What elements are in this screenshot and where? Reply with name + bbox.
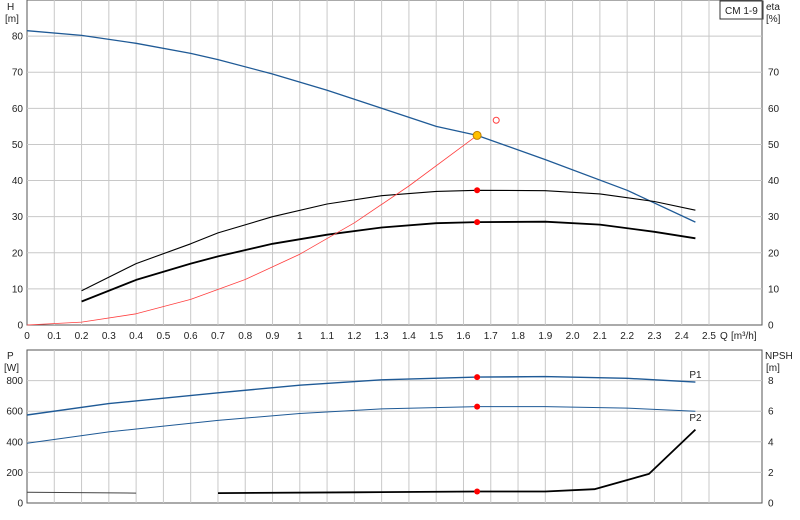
top-left-axis-unit: [m] (5, 14, 19, 25)
x-tick-label: 1.1 (320, 331, 334, 342)
left-tick-label: 30 (12, 212, 24, 223)
series-line-power (26, 406, 696, 444)
x-tick-label: 1.5 (429, 331, 443, 342)
left-tick-label: 800 (6, 376, 23, 387)
right-tick-label: 70 (768, 68, 780, 79)
power-npsh-panel: 0 200 400 600 800 0 2 4 6 8 P1 P2 (6, 349, 774, 510)
x-tick-label: 0.3 (102, 331, 116, 342)
top-left-axis-label: H (7, 2, 14, 13)
right-tick-label: 10 (768, 284, 780, 295)
left-tick-label: 60 (12, 104, 24, 115)
bottom-left-axis-unit: [W] (4, 363, 19, 374)
x-axis-label: Q (720, 331, 728, 342)
operating-point (474, 403, 481, 410)
x-tick-label: 1.6 (457, 331, 471, 342)
x-tick-label: 1.9 (538, 331, 552, 342)
left-tick-label: 80 (12, 32, 24, 43)
x-tick-label: 2.5 (702, 331, 716, 342)
x-tick-label: 2.2 (620, 331, 634, 342)
right-tick-label: 2 (768, 468, 774, 479)
bottom-left-axis-label: P (7, 351, 14, 362)
series-line-eta (81, 189, 696, 292)
series-label: P1 (689, 370, 702, 381)
bottom-right-axis-unit: [m] (766, 363, 780, 374)
x-tick-label: 1.8 (511, 331, 525, 342)
right-tick-label: 20 (768, 248, 780, 259)
x-axis-unit: [m³/h] (731, 331, 757, 342)
plot-frame (26, 0, 763, 326)
operating-point (474, 187, 481, 194)
x-tick-label: 0 (24, 331, 30, 342)
right-tick-label: 40 (768, 176, 780, 187)
series-line-npsh (26, 491, 137, 494)
legend-label: CM 1-9 (725, 6, 758, 17)
operating-point (474, 219, 481, 226)
system-curve-marker (492, 116, 500, 124)
x-tick-label: 1.7 (484, 331, 498, 342)
head-efficiency-panel: 0 10 20 30 40 50 60 70 80 0 10 20 30 40 50 60 70 0 0.1 0.2 0… (12, 0, 780, 342)
left-tick-label: 0 (17, 499, 23, 510)
right-tick-label: 30 (768, 212, 780, 223)
top-right-axis-label: eta (766, 2, 780, 13)
right-tick-label: 50 (768, 140, 780, 151)
x-tick-label: 1 (297, 331, 303, 342)
left-tick-label: 50 (12, 140, 24, 151)
x-tick-label: 0.8 (238, 331, 252, 342)
x-tick-label: 0.6 (184, 331, 198, 342)
x-tick-label: 1.2 (347, 331, 361, 342)
left-tick-label: 0 (17, 321, 23, 332)
right-tick-label: 0 (768, 499, 774, 510)
left-tick-label: 40 (12, 176, 24, 187)
x-tick-label: 1.3 (375, 331, 389, 342)
operating-point (474, 488, 481, 495)
x-tick-label: 2.4 (675, 331, 689, 342)
operating-point-head (472, 130, 482, 140)
x-tick-label: 0.1 (47, 331, 61, 342)
x-tick-label: 0.9 (266, 331, 280, 342)
operating-point (474, 374, 481, 381)
left-tick-label: 400 (6, 437, 23, 448)
top-right-axis-unit: [%] (766, 14, 781, 25)
series-label: P2 (689, 413, 702, 424)
x-tick-label: 2.3 (647, 331, 661, 342)
bottom-right-axis-label: NPSH (765, 351, 793, 362)
pump-curve-chart: H [m] eta [%] Q [m³/h] CM 1-9 P [W] NPSH… (4, 0, 793, 510)
x-tick-label: 0.4 (129, 331, 143, 342)
x-tick-label: 0.5 (156, 331, 170, 342)
x-tick-label: 1.4 (402, 331, 416, 342)
series-line-npsh (217, 428, 697, 494)
series-line-power (26, 375, 696, 416)
left-tick-label: 70 (12, 68, 24, 79)
x-tick-label: 2.1 (593, 331, 607, 342)
left-tick-label: 10 (12, 284, 24, 295)
left-tick-label: 600 (6, 407, 23, 418)
plot-frame (26, 349, 763, 504)
right-tick-label: 4 (768, 437, 774, 448)
left-tick-label: 20 (12, 248, 24, 259)
right-tick-label: 60 (768, 104, 780, 115)
series-line-eta (81, 220, 696, 303)
x-tick-label: 0.7 (211, 331, 225, 342)
right-tick-label: 6 (768, 407, 774, 418)
right-tick-label: 0 (768, 321, 774, 332)
x-tick-label: 0.2 (75, 331, 89, 342)
right-tick-label: 8 (768, 376, 774, 387)
x-tick-label: 2.0 (566, 331, 580, 342)
left-tick-label: 200 (6, 468, 23, 479)
